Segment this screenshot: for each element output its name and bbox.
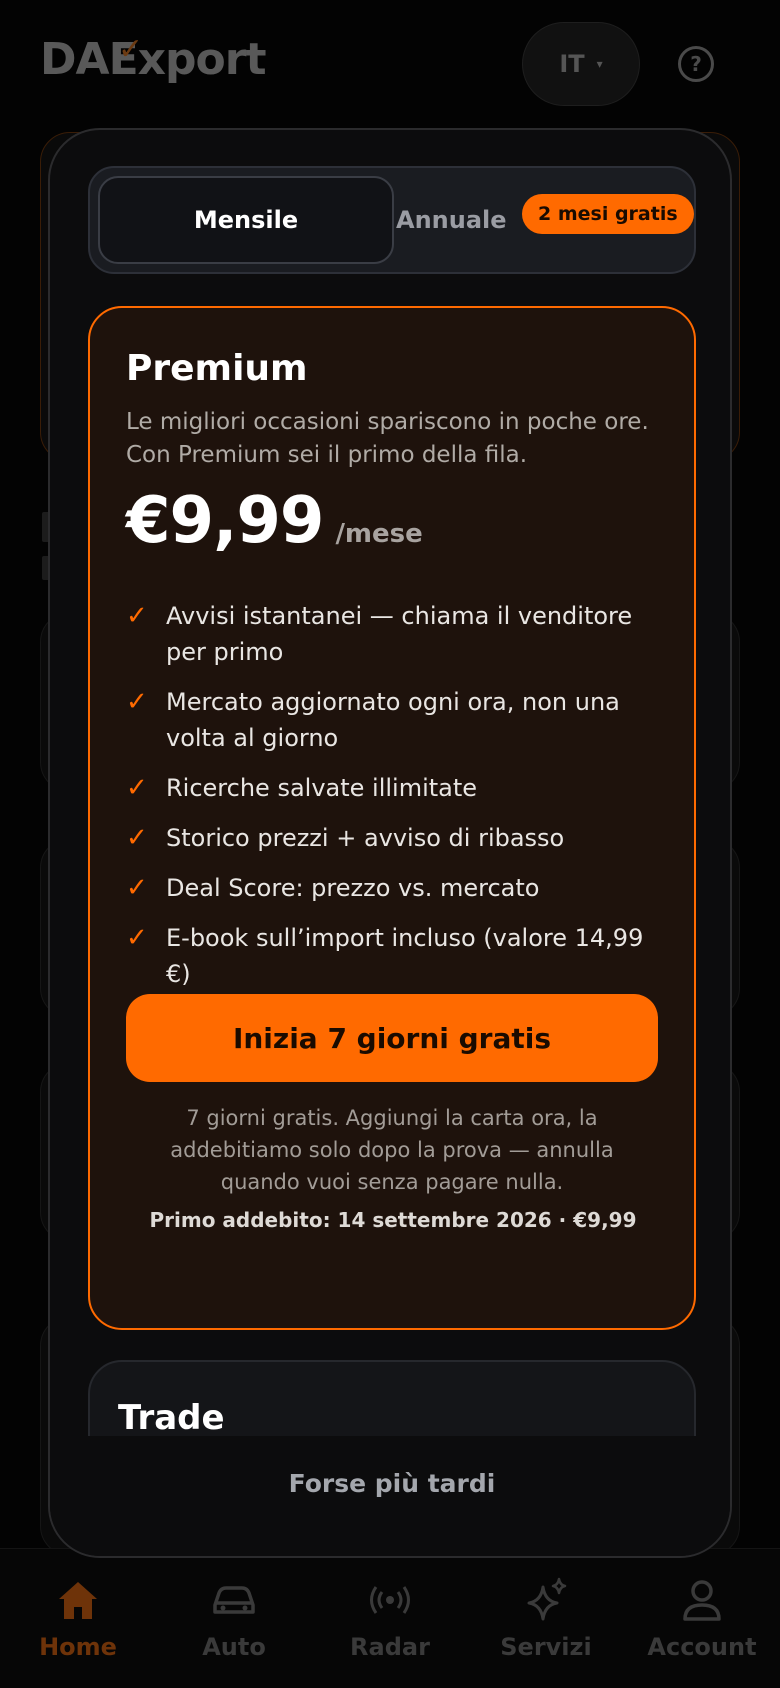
sparkles-icon bbox=[468, 1577, 624, 1623]
plan-description: Le migliori occasioni spariscono in poch… bbox=[126, 409, 649, 468]
check-icon: ✓ bbox=[126, 687, 148, 717]
paywall-modal: Mensile Annuale 2 mesi gratis Premium Le… bbox=[48, 128, 732, 1558]
trade-plan-title: Trade bbox=[118, 1398, 225, 1438]
nav-label-auto: Auto bbox=[202, 1633, 266, 1661]
car-icon bbox=[156, 1577, 312, 1623]
price-row: €9,99 /mese bbox=[126, 484, 423, 558]
feature-text: Ricerche salvate illimitate bbox=[166, 774, 478, 802]
feature-item: ✓ Ricerche salvate illimitate bbox=[126, 770, 666, 806]
maybe-later-button[interactable]: Forse più tardi bbox=[50, 1436, 730, 1530]
app-header: DAExport ✓ IT ▾ ? bbox=[0, 0, 780, 128]
plan-price: €9,99 bbox=[126, 484, 324, 558]
billing-period-toggle: Mensile Annuale 2 mesi gratis bbox=[88, 166, 696, 274]
check-icon: ✓ bbox=[126, 873, 148, 903]
start-trial-button[interactable]: Inizia 7 giorni gratis bbox=[126, 994, 658, 1082]
trial-fine-print: 7 giorni gratis. Aggiungi la carta ora, … bbox=[170, 1106, 614, 1194]
logo-text: DAExport bbox=[40, 34, 266, 85]
feature-item: ✓ Storico prezzi + avviso di ribasso bbox=[126, 820, 666, 856]
feature-list: ✓ Avvisi istantanei — chiama il venditor… bbox=[126, 598, 666, 1006]
language-code: IT bbox=[559, 50, 585, 78]
feature-text: Avvisi istantanei — chiama il venditore … bbox=[166, 602, 633, 666]
feature-item: ✓ Deal Score: prezzo vs. mercato bbox=[126, 870, 666, 906]
check-icon: ✓ bbox=[126, 923, 148, 953]
check-icon: ✓ bbox=[126, 773, 148, 803]
nav-label-radar: Radar bbox=[350, 1633, 430, 1661]
price-period: /mese bbox=[335, 519, 423, 549]
chevron-down-icon: ▾ bbox=[596, 57, 603, 71]
nav-item-auto[interactable]: Auto bbox=[156, 1577, 312, 1661]
nav-item-servizi[interactable]: Servizi bbox=[468, 1577, 624, 1661]
radar-icon bbox=[312, 1577, 468, 1623]
feature-text: Storico prezzi + avviso di ribasso bbox=[166, 824, 565, 852]
feature-item: ✓ Mercato aggiornato ogni ora, non una v… bbox=[126, 684, 666, 756]
nav-item-home[interactable]: Home bbox=[0, 1577, 156, 1661]
plan-title: Premium bbox=[126, 348, 308, 389]
screen: DAExport ✓ IT ▾ ? Home Auto Radar Serviz… bbox=[0, 0, 780, 1688]
billing-option-annual[interactable]: Annuale bbox=[396, 176, 507, 264]
feature-text: Deal Score: prezzo vs. mercato bbox=[166, 874, 540, 902]
nav-label-home: Home bbox=[39, 1633, 117, 1661]
annual-discount-badge: 2 mesi gratis bbox=[522, 194, 694, 234]
nav-item-account[interactable]: Account bbox=[624, 1577, 780, 1661]
feature-text: Mercato aggiornato ogni ora, non una vol… bbox=[166, 688, 620, 752]
help-icon[interactable]: ? bbox=[678, 46, 714, 82]
user-icon bbox=[624, 1577, 780, 1623]
feature-item: ✓ Avvisi istantanei — chiama il venditor… bbox=[126, 598, 666, 670]
check-icon: ✓ bbox=[126, 823, 148, 853]
language-selector[interactable]: IT ▾ bbox=[522, 22, 640, 106]
feature-item: ✓ E-book sull’import incluso (valore 14,… bbox=[126, 920, 666, 992]
nav-label-servizi: Servizi bbox=[500, 1633, 592, 1661]
nav-label-account: Account bbox=[647, 1633, 757, 1661]
billing-option-monthly[interactable]: Mensile bbox=[98, 176, 394, 264]
bottom-navigation: Home Auto Radar Servizi Account bbox=[0, 1548, 780, 1688]
logo-check-icon: ✓ bbox=[118, 32, 143, 67]
check-icon: ✓ bbox=[126, 601, 148, 631]
first-charge-date: Primo addebito: 14 settembre 2026 · €9,9… bbox=[149, 1208, 637, 1232]
nav-item-radar[interactable]: Radar bbox=[312, 1577, 468, 1661]
home-icon bbox=[0, 1577, 156, 1623]
app-logo: DAExport ✓ bbox=[40, 32, 266, 85]
premium-plan-card: Premium Le migliori occasioni spariscono… bbox=[88, 306, 696, 1330]
feature-text: E-book sull’import incluso (valore 14,99… bbox=[166, 924, 644, 988]
